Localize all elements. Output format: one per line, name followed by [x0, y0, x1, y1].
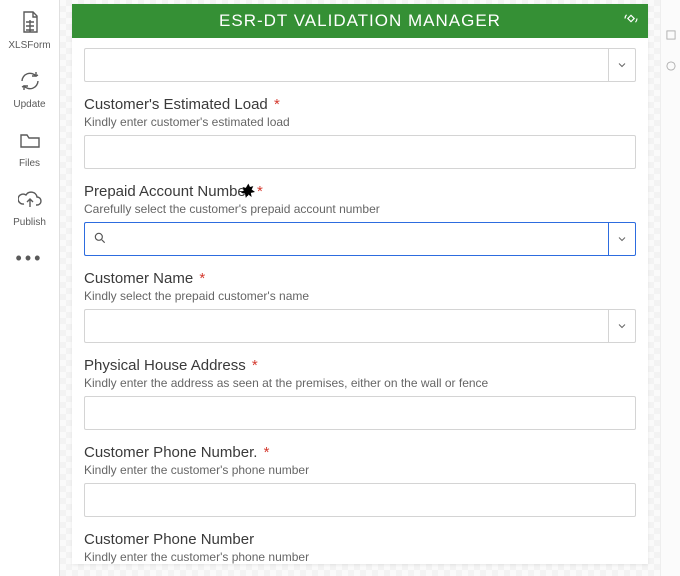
sidebar-item-label: Files: [19, 158, 40, 169]
prepaid-account-dropdown[interactable]: [84, 222, 636, 256]
canvas-area: ESR-DT VALIDATION MANAGER Customer's Est…: [60, 0, 660, 576]
sidebar-item-publish[interactable]: Publish: [0, 185, 59, 230]
sidebar-item-label: Update: [13, 99, 45, 110]
left-sidebar: XLSForm Update Files Publish •••: [0, 0, 60, 576]
field-help: Kindly enter the address as seen at the …: [84, 376, 636, 390]
field-help: Kindly enter customer's estimated load: [84, 115, 636, 129]
form-body: Customer's Estimated Load * Kindly enter…: [72, 38, 648, 564]
field-help: Carefully select the customer's prepaid …: [84, 202, 636, 216]
dropdown-body[interactable]: [84, 309, 608, 343]
field-label: Customer Name *: [84, 270, 636, 287]
customer-name-dropdown[interactable]: [84, 309, 636, 343]
required-mark: *: [274, 96, 280, 113]
circle-icon[interactable]: [664, 59, 678, 76]
sidebar-item-update[interactable]: Update: [0, 67, 59, 112]
more-icon[interactable]: •••: [16, 248, 44, 269]
required-mark: *: [252, 357, 258, 374]
field-help: Kindly enter the customer's phone number: [84, 550, 636, 564]
field-phone-secondary: Customer Phone Number Kindly enter the c…: [84, 531, 636, 564]
chevron-down-icon[interactable]: [608, 48, 636, 82]
folder-icon: [18, 128, 42, 155]
required-mark: *: [264, 444, 270, 461]
field-help: Kindly enter the customer's phone number: [84, 463, 636, 477]
estimated-load-input[interactable]: [84, 135, 636, 169]
sidebar-item-files[interactable]: Files: [0, 126, 59, 171]
chevron-down-icon[interactable]: [608, 222, 636, 256]
refresh-icon: [18, 69, 42, 96]
field-prepaid-account: Prepaid Account Number * Carefully selec…: [84, 183, 636, 256]
cloud-upload-icon: [18, 187, 42, 214]
field-address: Physical House Address * Kindly enter th…: [84, 357, 636, 430]
field-help: Kindly select the prepaid customer's nam…: [84, 289, 636, 303]
chevron-down-icon[interactable]: [608, 309, 636, 343]
sidebar-item-label: XLSForm: [8, 40, 50, 51]
satellite-icon[interactable]: [622, 10, 640, 33]
field-phone-primary: Customer Phone Number. * Kindly enter th…: [84, 444, 636, 517]
right-rail: [660, 0, 680, 576]
search-icon: [93, 231, 111, 248]
form-header: ESR-DT VALIDATION MANAGER: [72, 4, 648, 38]
dropdown-body[interactable]: [84, 222, 608, 256]
field-estimated-load: Customer's Estimated Load * Kindly enter…: [84, 96, 636, 169]
address-input[interactable]: [84, 396, 636, 430]
spreadsheet-icon: [18, 10, 42, 37]
field-label: Physical House Address *: [84, 357, 636, 374]
dropdown-body[interactable]: [84, 48, 608, 82]
field-label: Prepaid Account Number *: [84, 183, 636, 200]
prepaid-account-search-input[interactable]: [111, 223, 600, 255]
field-label: Customer Phone Number: [84, 531, 636, 548]
form-title: ESR-DT VALIDATION MANAGER: [219, 11, 501, 31]
top-dropdown[interactable]: [84, 48, 636, 82]
sidebar-item-label: Publish: [13, 217, 46, 228]
field-customer-name: Customer Name * Kindly select the prepai…: [84, 270, 636, 343]
required-mark: *: [257, 183, 263, 200]
field-label: Customer's Estimated Load *: [84, 96, 636, 113]
required-mark: *: [199, 270, 205, 287]
field-label: Customer Phone Number. *: [84, 444, 636, 461]
square-icon[interactable]: [664, 28, 678, 45]
phone-primary-input[interactable]: [84, 483, 636, 517]
form-card: ESR-DT VALIDATION MANAGER Customer's Est…: [72, 4, 648, 564]
sidebar-item-xlsform[interactable]: XLSForm: [0, 8, 59, 53]
